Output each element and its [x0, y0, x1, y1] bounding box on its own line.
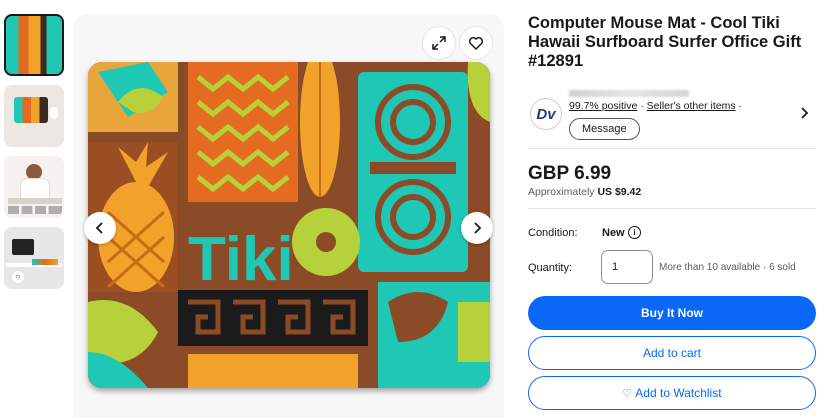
quantity-input[interactable]: [601, 250, 653, 284]
thumb-mat: [14, 97, 48, 123]
chevron-left-icon: [95, 222, 103, 234]
previous-image-button[interactable]: [84, 212, 116, 244]
thumbnail-2[interactable]: [4, 85, 64, 147]
expand-button[interactable]: [423, 27, 455, 59]
approx-value: US $9.42: [597, 186, 642, 198]
add-to-cart-label: Add to cart: [642, 346, 702, 360]
approx-price: Approximately US $9.42: [528, 186, 641, 198]
next-image-button[interactable]: [461, 212, 493, 244]
thumb-strip: [8, 206, 62, 214]
thumb-mat: [32, 259, 58, 265]
watch-heart-button[interactable]: [460, 27, 492, 59]
thumbnail-3[interactable]: [4, 156, 64, 218]
thumbnail-1[interactable]: [4, 14, 64, 76]
quantity-label: Quantity:: [528, 262, 573, 274]
expand-icon: [432, 36, 446, 50]
seller-name-blurred[interactable]: [569, 90, 689, 97]
heart-icon: [468, 36, 484, 51]
chevron-right-seller-icon[interactable]: [800, 106, 810, 122]
mouse-mat-artwork: Tiki: [88, 62, 490, 388]
availability-text: More than 10 available · 6 sold: [659, 262, 796, 273]
approx-label: Approximately: [528, 186, 595, 198]
add-to-cart-button[interactable]: Add to cart: [528, 336, 816, 370]
thumb-desk: [8, 198, 62, 204]
thumb-mouse: [50, 107, 58, 119]
listing-title: Computer Mouse Mat - Cool Tiki Hawaii Su…: [528, 14, 802, 70]
buy-it-now-label: Buy It Now: [641, 306, 703, 320]
price: GBP 6.99: [528, 163, 612, 184]
seller-card[interactable]: Dv 99.7% positive · Seller's other items…: [528, 90, 816, 144]
flower-shape: [292, 208, 360, 276]
add-to-watchlist-label: Add to Watchlist: [635, 386, 722, 400]
message-seller-button[interactable]: Message: [569, 118, 640, 140]
chevron-right-icon: [474, 222, 482, 234]
divider: [528, 208, 816, 209]
condition-label: Condition:: [528, 227, 578, 239]
buy-it-now-button[interactable]: Buy It Now: [528, 296, 816, 330]
tiki-text: Tiki: [188, 225, 294, 294]
separator: ·: [640, 100, 644, 112]
seller-feedback-link[interactable]: 99.7% positive: [569, 100, 637, 112]
thumb-monitor: [12, 239, 34, 255]
add-to-watchlist-button[interactable]: ♡ Add to Watchlist: [528, 376, 816, 410]
separator: ·: [738, 100, 743, 112]
seller-other-items-link[interactable]: Seller's other items: [647, 100, 736, 112]
thumbnail-4[interactable]: ○: [4, 227, 64, 289]
product-image[interactable]: Tiki: [88, 62, 490, 388]
thumb-badge-icon: ○: [12, 271, 24, 283]
seller-stats: 99.7% positive · Seller's other items ·: [569, 100, 742, 112]
condition-value: New: [602, 227, 625, 239]
divider: [528, 148, 816, 149]
thumbnail-strip: ○: [4, 14, 68, 298]
info-icon[interactable]: i: [628, 226, 641, 239]
thumb-shirt: [20, 178, 50, 200]
seller-logo[interactable]: Dv: [530, 98, 562, 130]
heart-icon: ♡: [622, 387, 633, 400]
